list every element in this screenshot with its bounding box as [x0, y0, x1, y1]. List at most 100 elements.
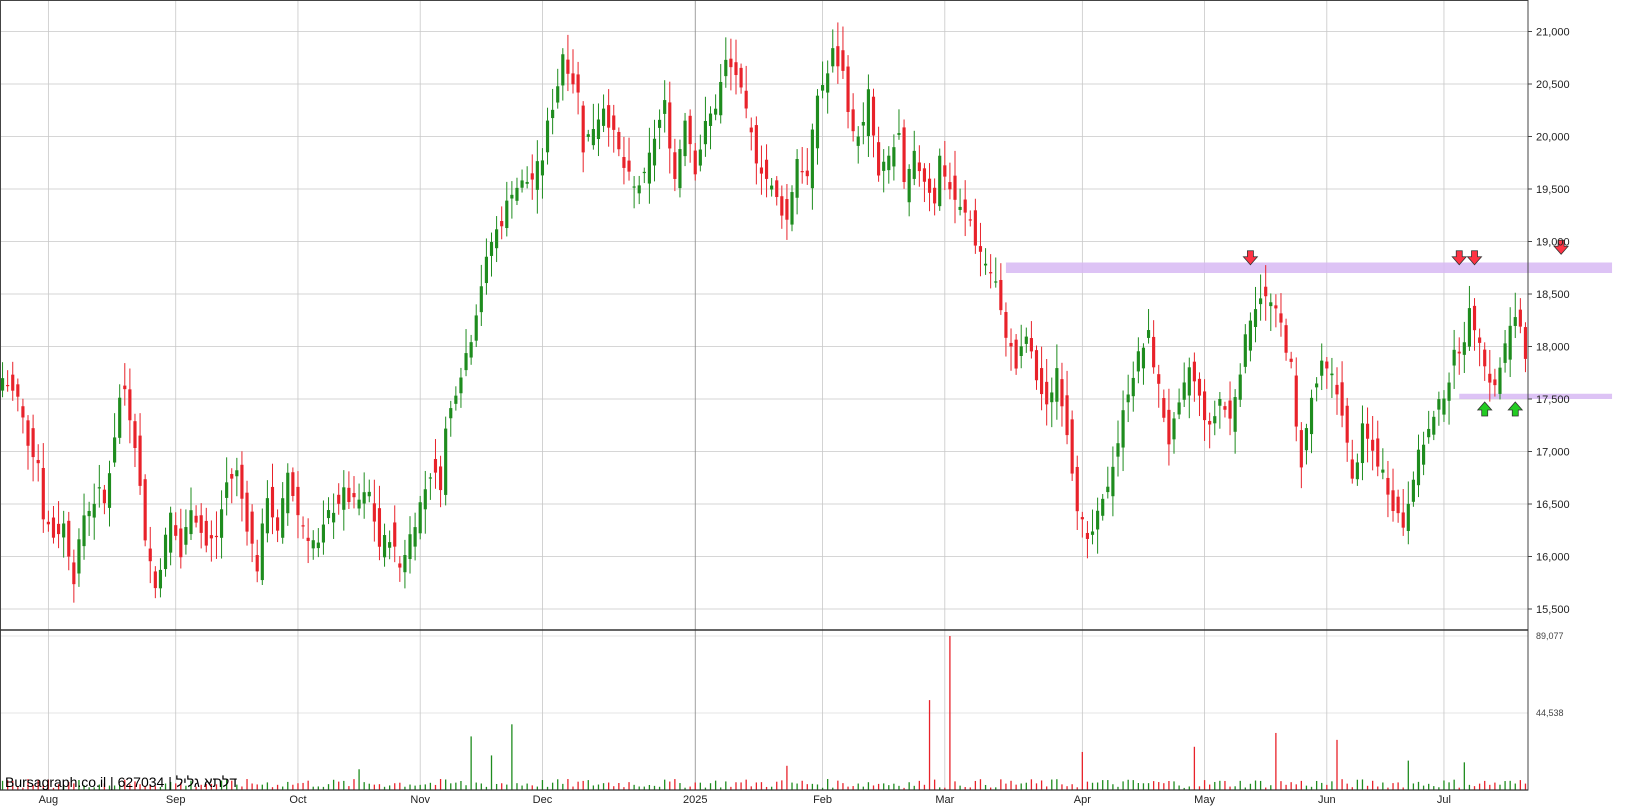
candle-body: [973, 210, 977, 246]
candle-body: [571, 73, 575, 85]
candle-body: [505, 200, 509, 229]
candle-body: [805, 170, 809, 177]
candle-body: [841, 50, 845, 71]
candle-body: [133, 421, 137, 448]
candle-body: [1401, 512, 1405, 528]
price-tick-label: 19,000: [1536, 237, 1570, 249]
candle-body: [912, 150, 916, 179]
candle-body: [1131, 377, 1135, 397]
candle-body: [199, 515, 203, 533]
candle-body: [556, 86, 560, 103]
candle-body: [759, 167, 764, 174]
candle-body: [1172, 418, 1176, 440]
candle-body: [230, 474, 234, 479]
candle-body: [158, 569, 163, 589]
candle-body: [780, 196, 784, 216]
candle-body: [1187, 367, 1191, 396]
month-tick-label: Aug: [39, 794, 59, 806]
candle-body: [281, 498, 285, 538]
candle-body: [1045, 381, 1049, 405]
candle-body: [683, 120, 687, 157]
candle-body: [1488, 373, 1492, 383]
candle-body: [77, 539, 81, 574]
price-tick-label: 21,000: [1536, 27, 1570, 39]
candle-body: [1080, 517, 1084, 520]
candle-body: [815, 95, 820, 149]
candle-body: [56, 523, 61, 535]
candle-body: [219, 509, 224, 538]
candle-body: [1116, 443, 1120, 457]
candle-body: [1437, 399, 1441, 410]
candle-body: [1513, 317, 1517, 326]
candle-body: [1248, 320, 1252, 351]
candle-body: [591, 129, 595, 146]
candle-body: [663, 100, 667, 114]
month-tick-label: Apr: [1074, 794, 1091, 806]
candle-body: [240, 464, 244, 499]
candle-body: [113, 437, 117, 463]
candle-body: [1269, 302, 1273, 307]
candle-body: [1014, 339, 1018, 369]
candle-body: [153, 571, 157, 589]
price-tick-label: 20,000: [1536, 132, 1570, 144]
candle-body: [408, 534, 412, 560]
candle-body: [1202, 391, 1207, 421]
candle-body: [933, 187, 937, 204]
source-label: Bursagraph.co.il | 627034 | דלתא גליל: [5, 774, 237, 790]
candle-body: [1146, 330, 1151, 338]
candle-body: [948, 182, 952, 190]
candle-body: [770, 185, 774, 190]
candle-body: [922, 168, 927, 182]
candle-body: [342, 487, 346, 510]
month-tick-label: Nov: [410, 794, 430, 806]
candle-body: [148, 548, 152, 562]
candle-body: [357, 499, 361, 509]
candle-body: [581, 105, 585, 153]
candle-body: [245, 492, 249, 532]
candle-body: [1264, 286, 1268, 297]
candle-body: [1040, 368, 1044, 395]
candle-body: [41, 467, 45, 520]
candle-body: [204, 520, 208, 546]
candle-body: [907, 168, 911, 203]
candle-body: [566, 59, 570, 74]
candle-body: [892, 147, 896, 167]
grid-layer: [0, 0, 1528, 790]
candle-body: [418, 502, 422, 534]
axis-layer: 15,500 16,000 16,500 17,000 17,500 18,000 18,5…: [0, 0, 1570, 806]
candle-body: [734, 62, 738, 76]
candle-body: [1320, 360, 1324, 376]
candle-body: [612, 115, 616, 130]
candle-body: [321, 524, 326, 543]
candle-body: [1386, 477, 1390, 495]
candle-body: [1518, 309, 1522, 327]
candle-body: [887, 155, 891, 171]
price-tick-label: 18,000: [1536, 342, 1570, 354]
candle-body: [1411, 479, 1415, 502]
candle-body: [627, 160, 631, 172]
candle-body: [917, 162, 921, 172]
candle-body: [1197, 378, 1202, 396]
volume-tick-label: 44,538: [1536, 708, 1564, 718]
candle-body: [1472, 305, 1477, 331]
candle-body: [484, 256, 488, 284]
candle-body: [1299, 430, 1303, 468]
candle-body: [286, 472, 290, 514]
candle-body: [1024, 336, 1028, 344]
candle-body: [963, 199, 967, 213]
candle-body: [1259, 298, 1263, 305]
candle-body: [1050, 392, 1054, 403]
buy-signal-arrow: [1507, 401, 1524, 417]
candle-body: [1478, 337, 1482, 343]
candle-body: [561, 54, 565, 86]
candle-body: [276, 517, 280, 531]
candle-body: [413, 527, 417, 547]
candle-body: [1315, 383, 1319, 388]
candle-body: [795, 158, 799, 198]
candle-body: [36, 459, 40, 464]
candle-body: [332, 512, 336, 523]
candle-body: [11, 374, 15, 391]
candle-body: [1228, 400, 1232, 419]
zone-layer: [1005, 262, 1613, 399]
candle-body: [989, 272, 993, 274]
